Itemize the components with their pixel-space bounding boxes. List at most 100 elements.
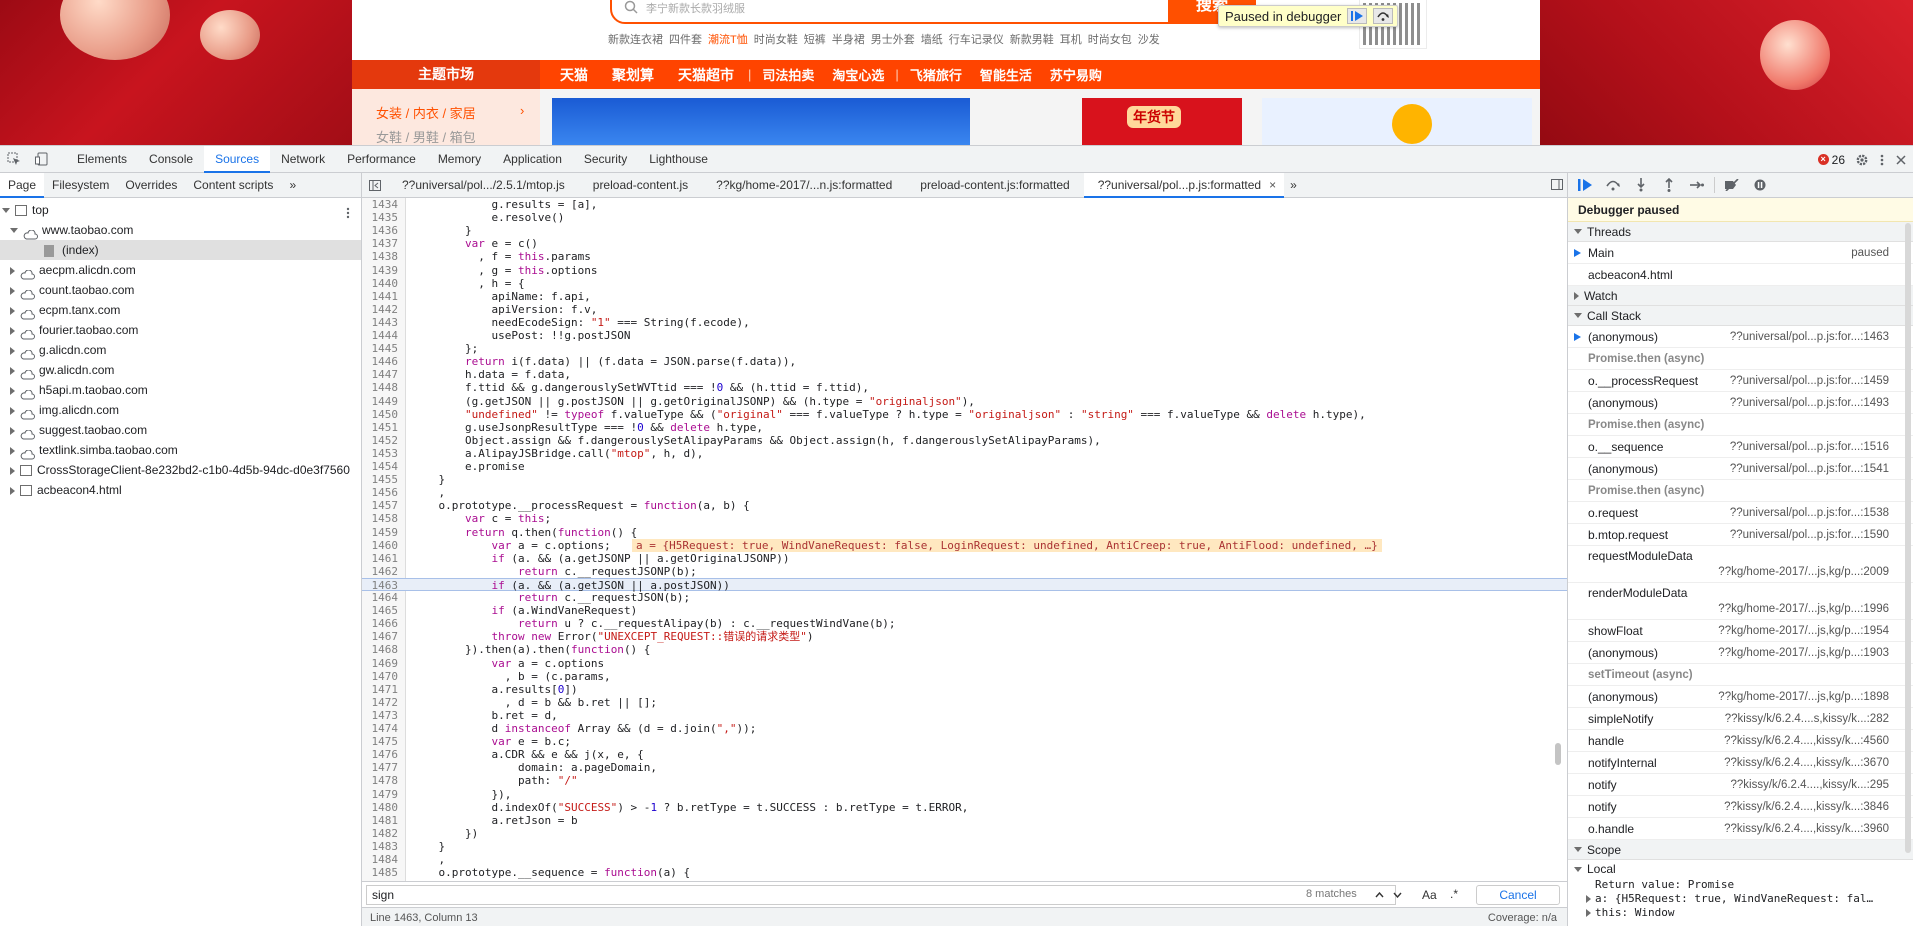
collapse-icon[interactable] [10,366,15,375]
code-line[interactable]: 1471 a.results[0]) [362,683,1567,696]
line-number[interactable]: 1470 [362,670,402,683]
toggle-navigator-button[interactable] [362,173,388,198]
hot-word-link[interactable]: 耳机 [1060,31,1082,47]
tree-item[interactable]: g.alicdn.com [0,340,361,360]
tree-item[interactable]: img.alicdn.com [0,400,361,420]
line-number[interactable]: 1457 [362,499,402,512]
scope-section-header[interactable]: Scope [1568,840,1913,860]
close-icon[interactable] [1895,154,1907,166]
expand-icon[interactable] [10,228,18,234]
call-frame-location[interactable]: ??universal/pol...p.js:for...:1516 [1730,436,1889,458]
line-number[interactable]: 1436 [362,224,402,237]
threads-section-header[interactable]: Threads [1568,222,1913,242]
expand-icon[interactable] [2,208,10,214]
code-line[interactable]: 1443 needEcodeSign: "1" === String(f.eco… [362,316,1567,329]
hot-word-link[interactable]: 时尚女鞋 [754,31,798,47]
call-frame-location[interactable]: ??kg/home-2017/...js,kg/p...:1996 [1718,599,1889,619]
call-frame-location[interactable]: ??kissy/k/6.2.4....,kissy/k...:3670 [1724,752,1889,774]
line-number[interactable]: 1475 [362,735,402,748]
code-line[interactable]: 1440 , h = { [362,277,1567,290]
devtools-tab-elements[interactable]: Elements [66,146,138,173]
editor-tab[interactable]: preload-content.js:formatted [906,173,1083,198]
line-number[interactable]: 1452 [362,434,402,447]
code-line[interactable]: 1477 domain: a.pageDomain, [362,761,1567,774]
pause-on-exceptions-button[interactable] [1749,175,1771,195]
line-number[interactable]: 1464 [362,591,402,604]
source-code[interactable]: 1434 g.results = [a], 1435 e.resolve() 143… [362,198,1567,881]
step-button[interactable] [1686,175,1708,195]
devtools-tab-memory[interactable]: Memory [427,146,492,173]
call-frame-location[interactable]: ??kissy/k/6.2.4....s,kissy/k...:282 [1725,708,1889,730]
call-frame[interactable]: (anonymous) ??universal/pol...p.js:for...… [1568,458,1913,480]
line-number[interactable]: 1462 [362,565,402,578]
current-execution-line[interactable]: 1463 if (a. && (a.getJSON || a.postJSON)… [362,577,1567,592]
collapse-icon[interactable] [10,266,15,275]
hot-word-link[interactable]: 新款男鞋 [1010,31,1054,47]
collapse-icon[interactable] [10,426,15,435]
collapse-icon[interactable] [10,446,15,455]
code-line[interactable]: 1446 return i(f.data) || (f.data = JSON.… [362,355,1567,368]
code-line[interactable]: 1444 usePost: !!g.postJSON [362,329,1567,342]
coverage-status[interactable]: Coverage: n/a [1488,908,1557,926]
gear-icon[interactable] [1855,153,1869,167]
thread-item[interactable]: Main paused [1568,242,1913,264]
watch-section-header[interactable]: Watch [1568,286,1913,306]
line-number[interactable]: 1437 [362,237,402,250]
tree-item[interactable]: aecpm.alicdn.com [0,260,361,280]
nav-link[interactable]: 淘宝心选 [823,65,893,84]
code-line[interactable]: 1484 , [362,853,1567,866]
line-number[interactable]: 1447 [362,368,402,381]
overlay-step-over-button[interactable] [1373,8,1394,24]
code-line[interactable]: 1452 Object.assign && f.dangerouslySetAl… [362,434,1567,447]
call-frame[interactable]: (anonymous) ??kg/home-2017/...js,kg/p...:… [1568,642,1913,664]
line-number[interactable]: 1448 [362,381,402,394]
line-number[interactable]: 1471 [362,683,402,696]
call-frame[interactable]: (anonymous) ??universal/pol...p.js:for...… [1568,326,1913,348]
line-number[interactable]: 1463 [362,579,402,592]
tree-item[interactable]: top [0,200,361,220]
code-line[interactable]: 1483 } [362,840,1567,853]
call-frame[interactable]: showFloat ??kg/home-2017/...js,kg/p...:19… [1568,620,1913,642]
navigator-tab-content-scripts[interactable]: Content scripts [185,173,281,198]
thread-item[interactable]: acbeacon4.html [1568,264,1913,286]
line-number[interactable]: 1435 [362,211,402,224]
promo-banner[interactable] [1262,98,1532,145]
call-frame[interactable]: (anonymous) ??universal/pol...p.js:for...… [1568,392,1913,414]
devtools-tab-performance[interactable]: Performance [336,146,427,173]
nav-link[interactable]: 天猫超市 [666,65,746,85]
promo-banner[interactable] [552,98,970,145]
line-number[interactable]: 1449 [362,395,402,408]
more-vertical-icon[interactable] [1879,153,1885,167]
line-number[interactable]: 1453 [362,447,402,460]
toggle-debugger-button[interactable] [1551,179,1563,193]
line-number[interactable]: 1479 [362,788,402,801]
tree-item[interactable]: suggest.taobao.com [0,420,361,440]
line-number[interactable]: 1477 [362,761,402,774]
collapse-icon[interactable] [10,486,15,495]
line-number[interactable]: 1484 [362,853,402,866]
collapse-icon[interactable] [1586,895,1591,903]
call-frame-location[interactable]: ??universal/pol...p.js:for...:1463 [1730,326,1889,348]
code-line[interactable]: 1453 a.AlipayJSBridge.call("mtop", h, d)… [362,447,1567,460]
line-number[interactable]: 1455 [362,473,402,486]
site-search-box[interactable]: 李宁新款长款羽绒服 [610,0,1170,24]
line-number[interactable]: 1473 [362,709,402,722]
call-frame-location[interactable]: ??kissy/k/6.2.4....,kissy/k...:3846 [1724,796,1889,818]
call-frame[interactable]: notify ??kissy/k/6.2.4....,kissy/k...:295 [1568,774,1913,796]
devtools-tab-network[interactable]: Network [270,146,336,173]
code-line[interactable]: 1449 (g.getJSON || g.postJSON || g.getOr… [362,395,1567,408]
navigator-tab-overrides[interactable]: Overrides [117,173,185,198]
collapse-icon[interactable] [10,346,15,355]
scope-variable[interactable]: a: {H5Request: true, WindVaneRequest: fa… [1568,892,1913,906]
match-case-button[interactable]: Aa [1422,888,1437,902]
hot-word-link[interactable]: 短裤 [804,31,826,47]
hot-word-link[interactable]: 时尚女包 [1088,31,1132,47]
line-number[interactable]: 1446 [362,355,402,368]
tree-item[interactable]: count.taobao.com [0,280,361,300]
code-line[interactable]: 1458 var c = this; [362,512,1567,525]
tree-item[interactable]: www.taobao.com [0,220,361,240]
line-number[interactable]: 1444 [362,329,402,342]
new-year-banner[interactable]: 年货节 [1082,98,1242,145]
line-number[interactable]: 1461 [362,552,402,565]
close-icon[interactable]: × [1269,178,1276,192]
